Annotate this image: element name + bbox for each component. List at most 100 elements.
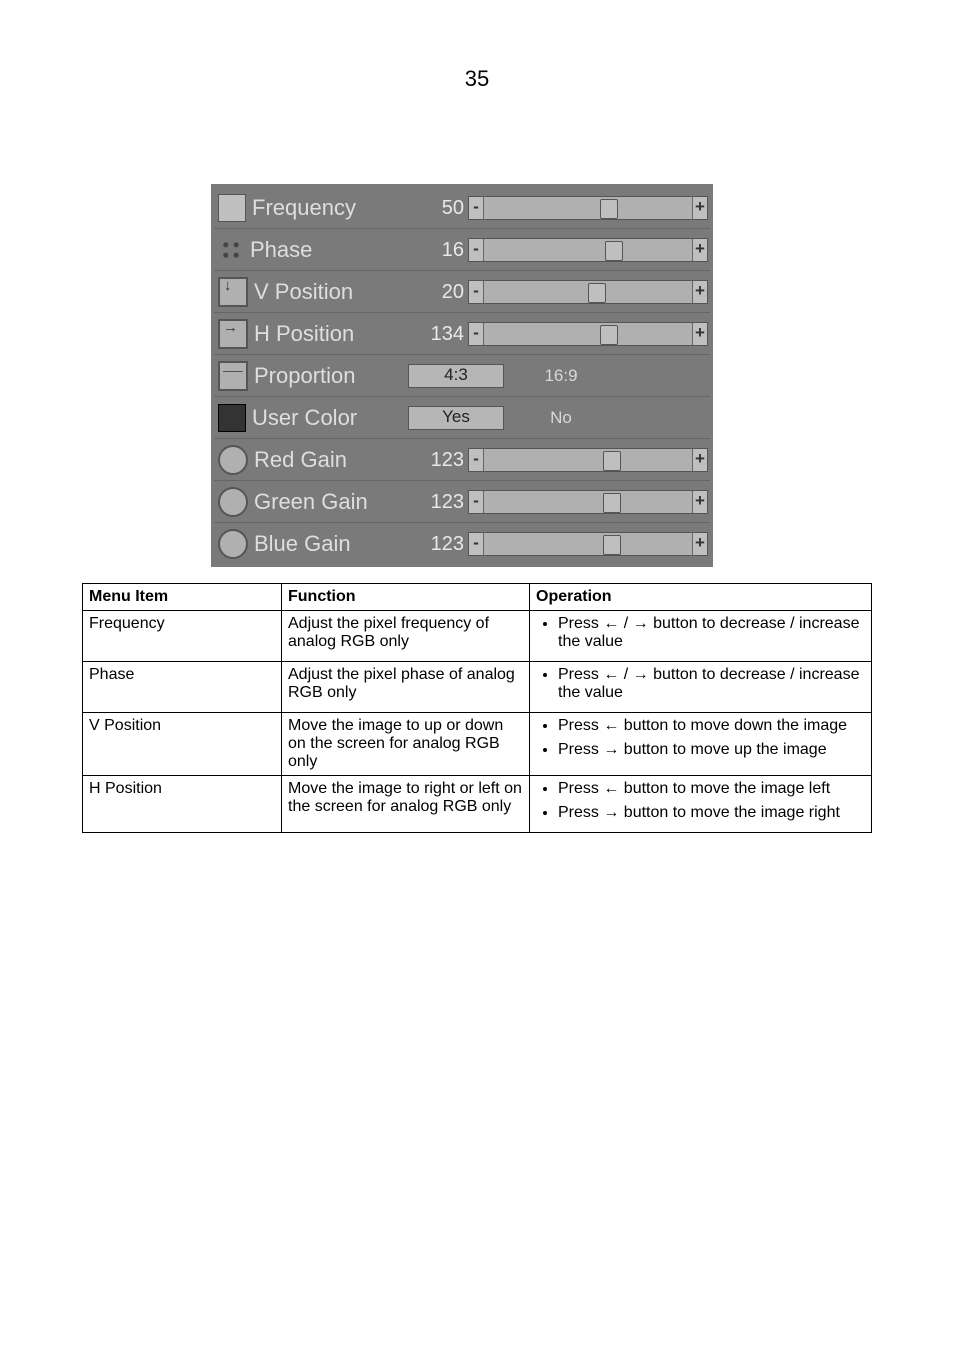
osd-value: 50	[408, 198, 468, 218]
operation-item: Press ← / → button to decrease / increas…	[558, 666, 865, 702]
toggle-option-selected[interactable]: Yes	[408, 406, 504, 430]
toggle-option-other[interactable]: 16:9	[528, 367, 594, 384]
table-row: PhaseAdjust the pixel phase of analog RG…	[83, 662, 872, 713]
slider-thumb[interactable]	[605, 241, 623, 261]
osd-row: Red Gain123-+	[214, 439, 710, 481]
minus-button[interactable]: -	[469, 197, 484, 219]
osd-toggle: Yes No	[408, 406, 710, 430]
cell-function: Move the image to up or down on the scre…	[282, 713, 530, 776]
slider-thumb[interactable]	[588, 283, 606, 303]
blue-gain-icon	[218, 529, 248, 559]
cell-menu-item: V Position	[83, 713, 282, 776]
plus-button[interactable]: +	[692, 449, 707, 471]
minus-button[interactable]: -	[469, 449, 484, 471]
minus-button[interactable]: -	[469, 491, 484, 513]
osd-label: Green Gain	[214, 487, 408, 517]
osd-value: 123	[408, 534, 468, 554]
plus-button[interactable]: +	[692, 197, 707, 219]
osd-label: Red Gain	[214, 445, 408, 475]
cell-operation: Press ← button to move the image left Pre…	[530, 776, 872, 833]
osd-value: 123	[408, 450, 468, 470]
osd-label: User Color	[214, 404, 408, 432]
slider-thumb[interactable]	[603, 535, 621, 555]
cell-menu-item: Frequency	[83, 611, 282, 662]
phase-icon	[218, 237, 244, 263]
osd-slider[interactable]: -+	[468, 280, 708, 304]
operation-item: Press → button to move the image right	[558, 804, 865, 822]
osd-slider[interactable]: -+	[468, 532, 708, 556]
cell-operation: Press ← / → button to decrease / increas…	[530, 611, 872, 662]
toggle-option-selected[interactable]: 4:3	[408, 364, 504, 388]
osd-row: Blue Gain123-+	[214, 523, 710, 564]
osd-toggle: 4:3 16:9	[408, 364, 710, 388]
operation-item: Press ← button to move down the image	[558, 717, 865, 735]
proportion-icon	[218, 361, 248, 391]
osd-row: Phase16-+	[214, 229, 710, 271]
plus-button[interactable]: +	[692, 239, 707, 261]
minus-button[interactable]: -	[469, 239, 484, 261]
osd-slider[interactable]: -+	[468, 322, 708, 346]
osd-row: Green Gain123-+	[214, 481, 710, 523]
slider-thumb[interactable]	[600, 199, 618, 219]
operation-item: Press ← / → button to decrease / increas…	[558, 615, 865, 651]
minus-button[interactable]: -	[469, 533, 484, 555]
osd-slider[interactable]: -+	[468, 238, 708, 262]
osd-label-text: Red Gain	[254, 449, 347, 471]
minus-button[interactable]: -	[469, 281, 484, 303]
red-gain-icon	[218, 445, 248, 475]
osd-label: Blue Gain	[214, 529, 408, 559]
osd-label-text: Proportion	[254, 365, 356, 387]
osd-label: Proportion	[214, 361, 408, 391]
osd-row: Frequency50-+	[214, 187, 710, 229]
v-position-icon	[218, 277, 248, 307]
slider-thumb[interactable]	[600, 325, 618, 345]
cell-function: Adjust the pixel phase of analog RGB onl…	[282, 662, 530, 713]
toggle-option-other[interactable]: No	[528, 409, 594, 426]
osd-label-text: User Color	[252, 407, 357, 429]
slider-thumb[interactable]	[603, 493, 621, 513]
osd-row: User Color Yes No	[214, 397, 710, 439]
osd-label: Frequency	[214, 194, 408, 222]
osd-label-text: Blue Gain	[254, 533, 351, 555]
osd-label-text: Frequency	[252, 197, 356, 219]
osd-label: Phase	[214, 237, 408, 263]
osd-slider[interactable]: -+	[468, 196, 708, 220]
cell-operation: Press ← / → button to decrease / increas…	[530, 662, 872, 713]
osd-slider[interactable]: -+	[468, 448, 708, 472]
minus-button[interactable]: -	[469, 323, 484, 345]
osd-value: 134	[408, 324, 468, 344]
plus-button[interactable]: +	[692, 323, 707, 345]
osd-label-text: V Position	[254, 281, 353, 303]
h-position-icon	[218, 319, 248, 349]
osd-label-text: Phase	[250, 239, 312, 261]
page-number: 35	[0, 66, 954, 92]
osd-row: Proportion 4:3 16:9	[214, 355, 710, 397]
cell-function: Move the image to right or left on the s…	[282, 776, 530, 833]
table-row: H PositionMove the image to right or lef…	[83, 776, 872, 833]
operation-item: Press → button to move up the image	[558, 741, 865, 759]
green-gain-icon	[218, 487, 248, 517]
cell-operation: Press ← button to move down the image Pre…	[530, 713, 872, 776]
cell-menu-item: Phase	[83, 662, 282, 713]
osd-label-text: Green Gain	[254, 491, 368, 513]
plus-button[interactable]: +	[692, 533, 707, 555]
table-row: FrequencyAdjust the pixel frequency of a…	[83, 611, 872, 662]
plus-button[interactable]: +	[692, 491, 707, 513]
osd-label: V Position	[214, 277, 408, 307]
slider-thumb[interactable]	[603, 451, 621, 471]
plus-button[interactable]: +	[692, 281, 707, 303]
operation-item: Press ← button to move the image left	[558, 780, 865, 798]
osd-value: 123	[408, 492, 468, 512]
vga-osd-panel: Frequency50-+Phase16-+V Position20-+H Po…	[211, 184, 713, 567]
osd-label-text: H Position	[254, 323, 354, 345]
table-row: V PositionMove the image to up or down o…	[83, 713, 872, 776]
osd-value: 16	[408, 240, 468, 260]
osd-row: V Position20-+	[214, 271, 710, 313]
settings-table: Menu Item Function Operation FrequencyAd…	[82, 583, 872, 833]
osd-slider[interactable]: -+	[468, 490, 708, 514]
hdr-function: Function	[282, 584, 530, 611]
osd-row: H Position134-+	[214, 313, 710, 355]
cell-function: Adjust the pixel frequency of analog RGB…	[282, 611, 530, 662]
frequency-icon	[218, 194, 246, 222]
user-color-icon	[218, 404, 246, 432]
